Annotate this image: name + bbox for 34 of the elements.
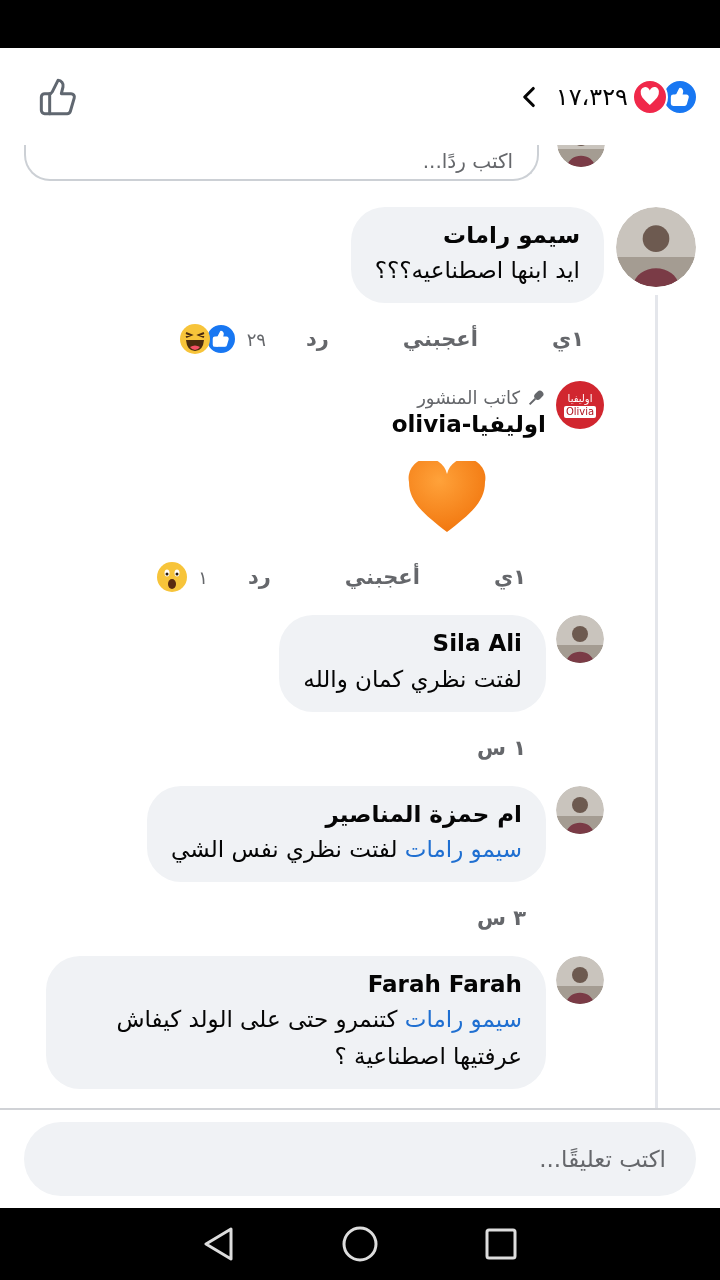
mention-link[interactable]: سيمو رامات [404, 835, 522, 862]
comment-text: لفتت نظري كمان والله [303, 664, 522, 695]
back-icon[interactable] [203, 1227, 236, 1261]
surprised-face-icon [156, 561, 189, 594]
mention-link[interactable]: سيمو رامات [404, 1006, 522, 1033]
reply-link[interactable]: رد [305, 327, 329, 352]
thumbs-up-icon[interactable] [38, 76, 78, 117]
author-name[interactable]: سيمو رامات [374, 219, 580, 253]
reply-field[interactable]: اكتب ردًا... [24, 145, 539, 181]
laughing-face-icon [178, 323, 211, 356]
author-name[interactable]: اوليفيا-olivia [391, 408, 546, 442]
time-label: ١ س [476, 735, 526, 760]
author-role-label: كاتب المنشور [417, 387, 520, 409]
microphone-icon [526, 387, 546, 408]
author-name[interactable]: ام حمزة المناصير [171, 797, 522, 831]
like-link[interactable]: أعجبني [402, 327, 478, 352]
logo-text: اوليفيا [567, 392, 593, 405]
time-label: ١ي [551, 327, 584, 352]
reaction-count[interactable]: ١ [198, 567, 208, 588]
author-name[interactable]: Sila Ali [303, 627, 522, 661]
comment-text: ايد ابنها اصطناعيه؟؟؟ [374, 256, 580, 286]
square-icon[interactable] [484, 1228, 517, 1260]
reaction-count[interactable]: ١٧،٣٢٩ [555, 82, 628, 111]
reply-link[interactable]: رد [247, 565, 271, 590]
reaction-count[interactable]: ٢٩ [246, 328, 266, 350]
comment-text: سيمو رامات لفتت نظري نفس الشي [171, 834, 522, 865]
author-name[interactable]: Farah Farah [70, 967, 522, 1002]
comment-field[interactable]: اكتب تعليقًا... [24, 1122, 696, 1196]
like-link[interactable]: أعجبني [344, 565, 420, 590]
time-label: ١ي [493, 565, 526, 590]
time-label: ٣ س [476, 905, 526, 930]
logo-text: Olivia [563, 405, 597, 418]
comment-text: سيمو رامات كتنمرو حتى على الولد كيفاش عرفتيها اصطناعية ؟ [115, 1005, 522, 1072]
home-icon[interactable] [342, 1226, 378, 1262]
